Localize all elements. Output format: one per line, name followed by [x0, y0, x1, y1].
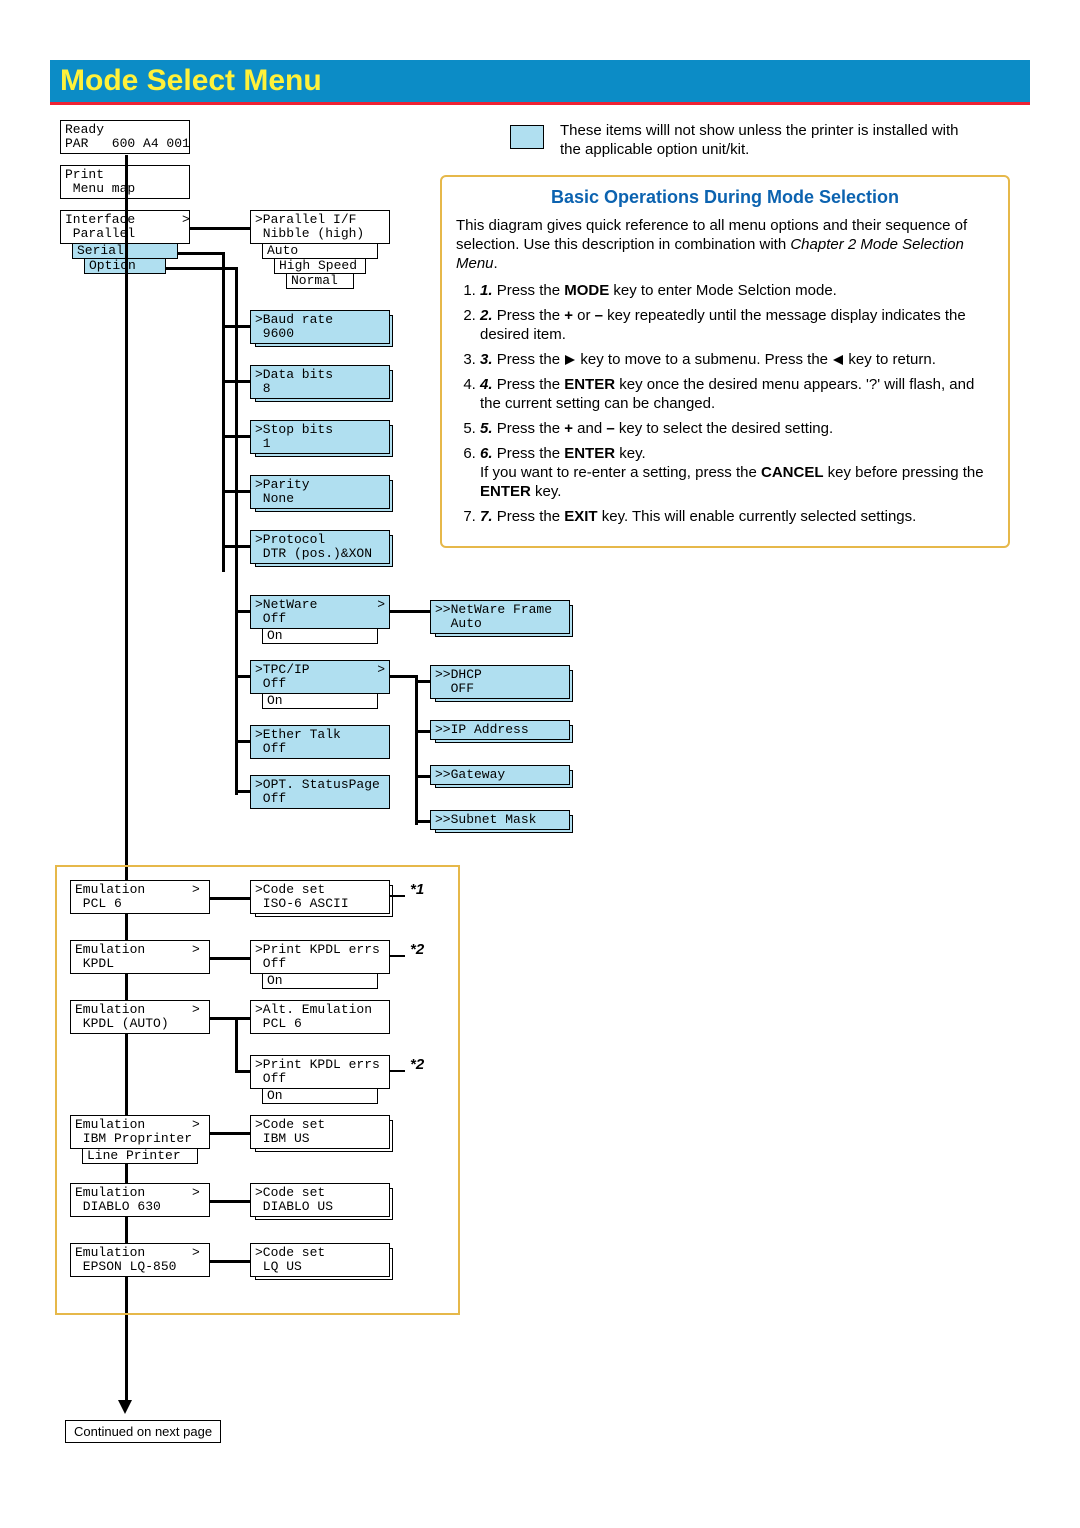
connector [210, 897, 250, 900]
connector [235, 740, 250, 743]
box-parity: >Parity None [250, 475, 390, 509]
box-kpdl-errs-1: >Print KPDL errs Off [250, 940, 390, 974]
page-title: Mode Select Menu [60, 64, 1020, 98]
ops-step-4: 4. Press the ENTER key once the desired … [480, 375, 994, 413]
connector [390, 675, 415, 678]
connector [166, 267, 235, 270]
ops-step-1: 1. Press the MODE key to enter Mode Selc… [480, 281, 994, 300]
footnote-2b: *2 [410, 1056, 424, 1073]
ops-steps: 1. Press the MODE key to enter Mode Selc… [456, 281, 994, 526]
box-protocol: >Protocol DTR (pos.)&XON [250, 530, 390, 564]
box-normal: Normal [286, 274, 354, 289]
box-alt-emulation: >Alt. Emulation PCL 6 [250, 1000, 390, 1034]
connector [415, 775, 430, 778]
box-line-printer: Line Printer [82, 1149, 198, 1164]
footnote-1: *1 [410, 881, 424, 898]
box-kpdl-errs-2-on: On [262, 1089, 378, 1104]
basic-operations-box: Basic Operations During Mode Selection T… [440, 175, 1010, 548]
legend-text: These items willl not show unless the pr… [560, 121, 960, 159]
connector [415, 730, 430, 733]
box-opt-statuspage: >OPT. StatusPage Off [250, 775, 390, 809]
ops-step-2: 2. Press the + or – key repeatedly until… [480, 306, 994, 344]
box-codeset-diablo: >Code set DIABLO US [250, 1183, 390, 1217]
connector [210, 1017, 250, 1020]
ops-step-3: 3. Press the key to move to a submenu. P… [480, 350, 994, 369]
right-arrow-icon [564, 355, 576, 365]
ops-title: Basic Operations During Mode Selection [456, 187, 994, 208]
connector [415, 820, 430, 823]
box-tpcip-on: On [262, 694, 378, 709]
connector [390, 1070, 405, 1072]
box-ethertalk: >Ether Talk Off [250, 725, 390, 759]
connector [210, 1260, 250, 1263]
box-baud-rate: >Baud rate 9600 [250, 310, 390, 344]
box-emu-epson: Emulation > EPSON LQ-850 [70, 1243, 210, 1277]
connector [235, 1017, 238, 1072]
footnote-2a: *2 [410, 941, 424, 958]
box-high-speed: High Speed [274, 259, 366, 274]
connector [235, 675, 250, 678]
connector [235, 1070, 250, 1073]
box-emu-pcl6: Emulation > PCL 6 [70, 880, 210, 914]
legend-swatch [510, 125, 544, 149]
box-ip-address: >>IP Address [430, 720, 570, 740]
box-netware: >NetWare Off > [250, 595, 390, 629]
box-parallel-if: >Parallel I/F Nibble (high) [250, 210, 390, 244]
title-bar: Mode Select Menu [50, 60, 1030, 105]
box-emu-diablo: Emulation > DIABLO 630 [70, 1183, 210, 1217]
connector [210, 1132, 250, 1135]
box-kpdl-errs-1-on: On [262, 974, 378, 989]
connector [235, 267, 238, 795]
ops-step-6: 6. Press the ENTER key. If you want to r… [480, 444, 994, 501]
connector [235, 610, 250, 613]
connector [390, 955, 405, 957]
connector [415, 675, 418, 825]
box-emu-ibm: Emulation > IBM Proprinter [70, 1115, 210, 1149]
connector [210, 957, 250, 960]
diagram-canvas: These items willl not show unless the pr… [50, 115, 1030, 1465]
connector [390, 610, 430, 613]
box-codeset-lq: >Code set LQ US [250, 1243, 390, 1277]
box-netware-frame: >>NetWare Frame Auto [430, 600, 570, 634]
continued-box: Continued on next page [65, 1420, 221, 1443]
box-ready: Ready PAR 600 A4 001 [60, 120, 190, 154]
box-gateway: >>Gateway [430, 765, 570, 785]
ops-intro: This diagram gives quick reference to al… [456, 216, 994, 273]
box-emu-kpdl: Emulation > KPDL [70, 940, 210, 974]
connector [222, 252, 225, 572]
box-codeset-ibm: >Code set IBM US [250, 1115, 390, 1149]
box-data-bits: >Data bits 8 [250, 365, 390, 399]
box-tpcip: >TPC/IP Off > [250, 660, 390, 694]
ops-step-5: 5. Press the + and – key to select the d… [480, 419, 994, 438]
connector [190, 227, 250, 230]
box-stop-bits: >Stop bits 1 [250, 420, 390, 454]
box-subnet-mask: >>Subnet Mask [430, 810, 570, 830]
connector [415, 680, 430, 683]
box-auto: Auto [262, 244, 378, 259]
connector [178, 252, 222, 255]
connector [390, 895, 405, 897]
connector [235, 790, 250, 793]
box-netware-on: On [262, 629, 378, 644]
left-arrow-icon [832, 355, 844, 365]
box-kpdl-errs-2: >Print KPDL errs Off [250, 1055, 390, 1089]
box-dhcp: >>DHCP OFF [430, 665, 570, 699]
ops-step-7: 7. Press the EXIT key. This will enable … [480, 507, 994, 526]
box-emu-kpdl-auto: Emulation > KPDL (AUTO) [70, 1000, 210, 1034]
box-codeset-iso6: >Code set ISO-6 ASCII [250, 880, 390, 914]
spine-arrow-icon [118, 1400, 132, 1414]
connector [210, 1200, 250, 1203]
